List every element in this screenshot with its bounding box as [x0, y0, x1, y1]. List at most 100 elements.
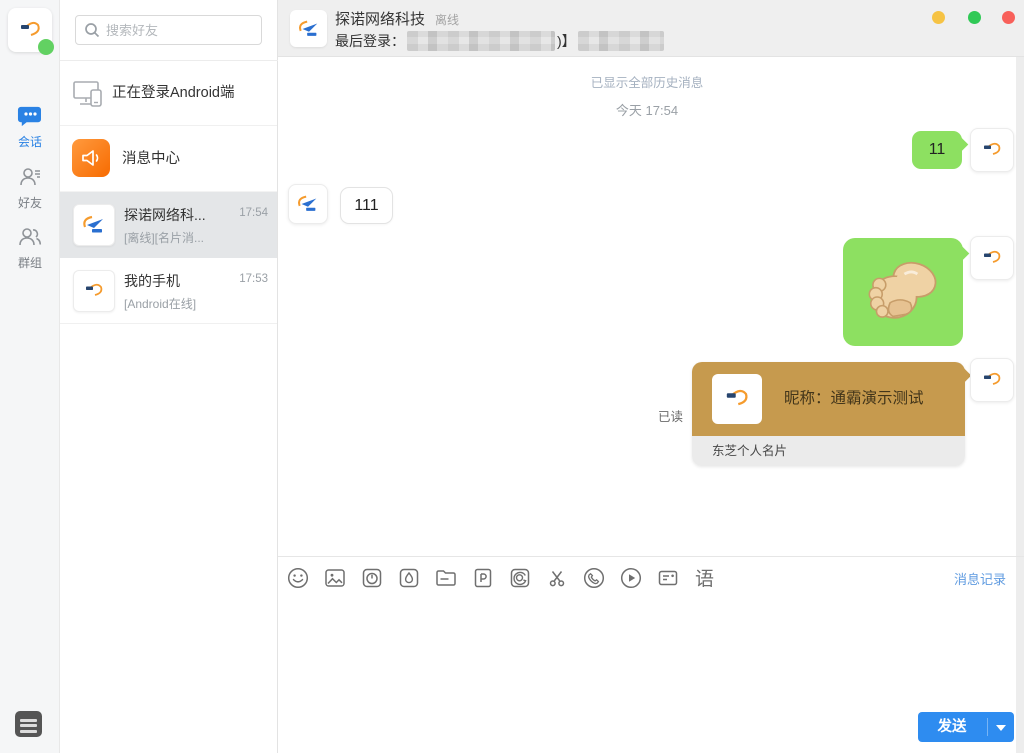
chat-header: 探诺网络科技离线 最后登录： )】	[278, 0, 1024, 57]
last-login-fragment: )】	[557, 31, 576, 51]
sidebar-item-friends[interactable]: 好友	[0, 164, 60, 211]
screenshot-button[interactable]	[545, 566, 569, 590]
message-input[interactable]	[290, 600, 1004, 700]
play-circle-icon	[619, 566, 643, 590]
chat-peer-avatar[interactable]	[290, 10, 327, 47]
chat-bubble-icon	[17, 103, 43, 129]
chat-area: 探诺网络科技离线 最后登录： )】 已显示全部历史消息 今天 17:54 1	[278, 0, 1024, 753]
send-file-button[interactable]	[434, 566, 458, 590]
chat-peer-name-row: 探诺网络科技离线	[335, 8, 459, 29]
own-message-avatar[interactable]	[970, 128, 1014, 172]
peer-message-avatar[interactable]	[288, 184, 328, 224]
sidebar-item-groups[interactable]: 群组	[0, 224, 60, 271]
conversation-message-center[interactable]: 消息中心	[60, 126, 277, 192]
image-icon	[323, 566, 347, 590]
message-text: 111	[354, 197, 378, 215]
conversation-item-tanuo[interactable]: 探诺网络科... 17:54 [离线][名片消...	[60, 192, 277, 258]
sidebar-label-groups: 群组	[0, 254, 60, 271]
record-icon	[360, 566, 384, 590]
sidebar-label-conversations: 会话	[0, 133, 60, 150]
folder-icon	[434, 566, 458, 590]
send-button-separator	[987, 718, 988, 736]
send-dropdown-caret-icon[interactable]	[996, 725, 1006, 731]
chat-app-window: 会话 好友 群组	[0, 0, 1024, 753]
chat-peer-name: 探诺网络科技	[335, 11, 425, 28]
phone-icon	[582, 566, 606, 590]
redacted-block	[407, 31, 555, 51]
bubble-tail	[954, 246, 970, 262]
conversation-avatar	[73, 270, 115, 312]
flame-icon	[397, 566, 421, 590]
bubble-tail	[956, 368, 972, 384]
contact-card-avatar	[712, 374, 762, 424]
screen-record-button[interactable]	[360, 566, 384, 590]
send-ppt-button[interactable]	[471, 566, 495, 590]
read-receipt-label: 已读	[658, 406, 683, 425]
message-center-icon	[72, 139, 110, 177]
shake-window-button[interactable]	[397, 566, 421, 590]
message-bubble-own[interactable]: 11	[912, 131, 962, 169]
search-box[interactable]	[75, 15, 262, 45]
video-call-button[interactable]	[619, 566, 643, 590]
search-icon	[84, 22, 100, 38]
message-text: 11	[929, 141, 946, 159]
fist-emoji	[860, 251, 946, 333]
smiley-icon	[286, 566, 310, 590]
online-status-dot	[38, 39, 54, 55]
message-center-title: 消息中心	[122, 126, 180, 192]
main-menu-button[interactable]	[15, 711, 42, 737]
conversation-title: 探诺网络科...	[124, 205, 206, 225]
contact-card-top: 昵称：通霸演示测试	[692, 362, 965, 436]
multi-device-icon	[72, 78, 104, 110]
login-status-row[interactable]: 正在登录Android端	[60, 61, 277, 126]
conversation-subtitle: [Android在线]	[124, 295, 196, 312]
voice-input-toggle[interactable]: 语	[695, 564, 714, 591]
own-message-avatar[interactable]	[970, 358, 1014, 402]
remote-desktop-icon	[508, 566, 532, 590]
login-status-text: 正在登录Android端	[112, 61, 234, 126]
message-bubble-peer[interactable]: 111	[340, 187, 393, 224]
contact-card-icon	[656, 566, 680, 590]
maximize-button[interactable]	[968, 11, 981, 24]
send-contact-card-button[interactable]	[656, 566, 680, 590]
contact-card-title: 昵称：通霸演示测试	[784, 362, 924, 436]
send-image-button[interactable]	[323, 566, 347, 590]
input-divider	[278, 556, 1024, 557]
left-rail: 会话 好友 群组	[0, 0, 60, 753]
close-button[interactable]	[1002, 11, 1015, 24]
conversation-avatar	[73, 204, 115, 246]
send-button-label: 发送	[918, 712, 986, 742]
scrollbar-track[interactable]	[1016, 57, 1024, 753]
search-input[interactable]	[106, 23, 253, 38]
conversation-time: 17:53	[239, 273, 268, 285]
minimize-button[interactable]	[932, 11, 945, 24]
sidebar-item-conversations[interactable]: 会话	[0, 103, 60, 150]
contact-card-message[interactable]: 昵称：通霸演示测试 东芝个人名片	[692, 362, 965, 466]
message-history-link[interactable]: 消息记录	[954, 569, 1006, 588]
self-avatar[interactable]	[8, 8, 52, 52]
conversation-subtitle: [离线][名片消...	[124, 229, 204, 246]
input-toolbar: 语	[286, 564, 714, 591]
bubble-tail	[953, 137, 969, 153]
date-divider: 今天 17:54	[278, 100, 1016, 119]
conversation-panel: 正在登录Android端 消息中心 探诺网络科... 17:5	[60, 0, 278, 753]
redacted-block	[578, 31, 664, 51]
send-button[interactable]: 发送	[918, 712, 1014, 742]
last-login-label: 最后登录：	[335, 31, 405, 51]
contact-card-footer: 东芝个人名片	[692, 436, 965, 466]
last-login-row: 最后登录： )】	[335, 30, 666, 52]
history-notice: 已显示全部历史消息	[278, 72, 1016, 91]
message-bubble-emoji[interactable]	[843, 238, 963, 346]
sidebar-label-friends: 好友	[0, 194, 60, 211]
conversation-title: 我的手机	[124, 271, 180, 291]
brand-logo-icon	[16, 18, 44, 42]
p-file-icon	[471, 566, 495, 590]
hamburger-icon	[20, 719, 37, 722]
conversation-item-my-phone[interactable]: 我的手机 17:53 [Android在线]	[60, 258, 277, 324]
emoji-picker-button[interactable]	[286, 566, 310, 590]
voice-call-button[interactable]	[582, 566, 606, 590]
remote-assist-button[interactable]	[508, 566, 532, 590]
own-message-avatar[interactable]	[970, 236, 1014, 280]
chat-peer-status: 离线	[435, 13, 459, 27]
group-people-icon	[17, 224, 43, 250]
